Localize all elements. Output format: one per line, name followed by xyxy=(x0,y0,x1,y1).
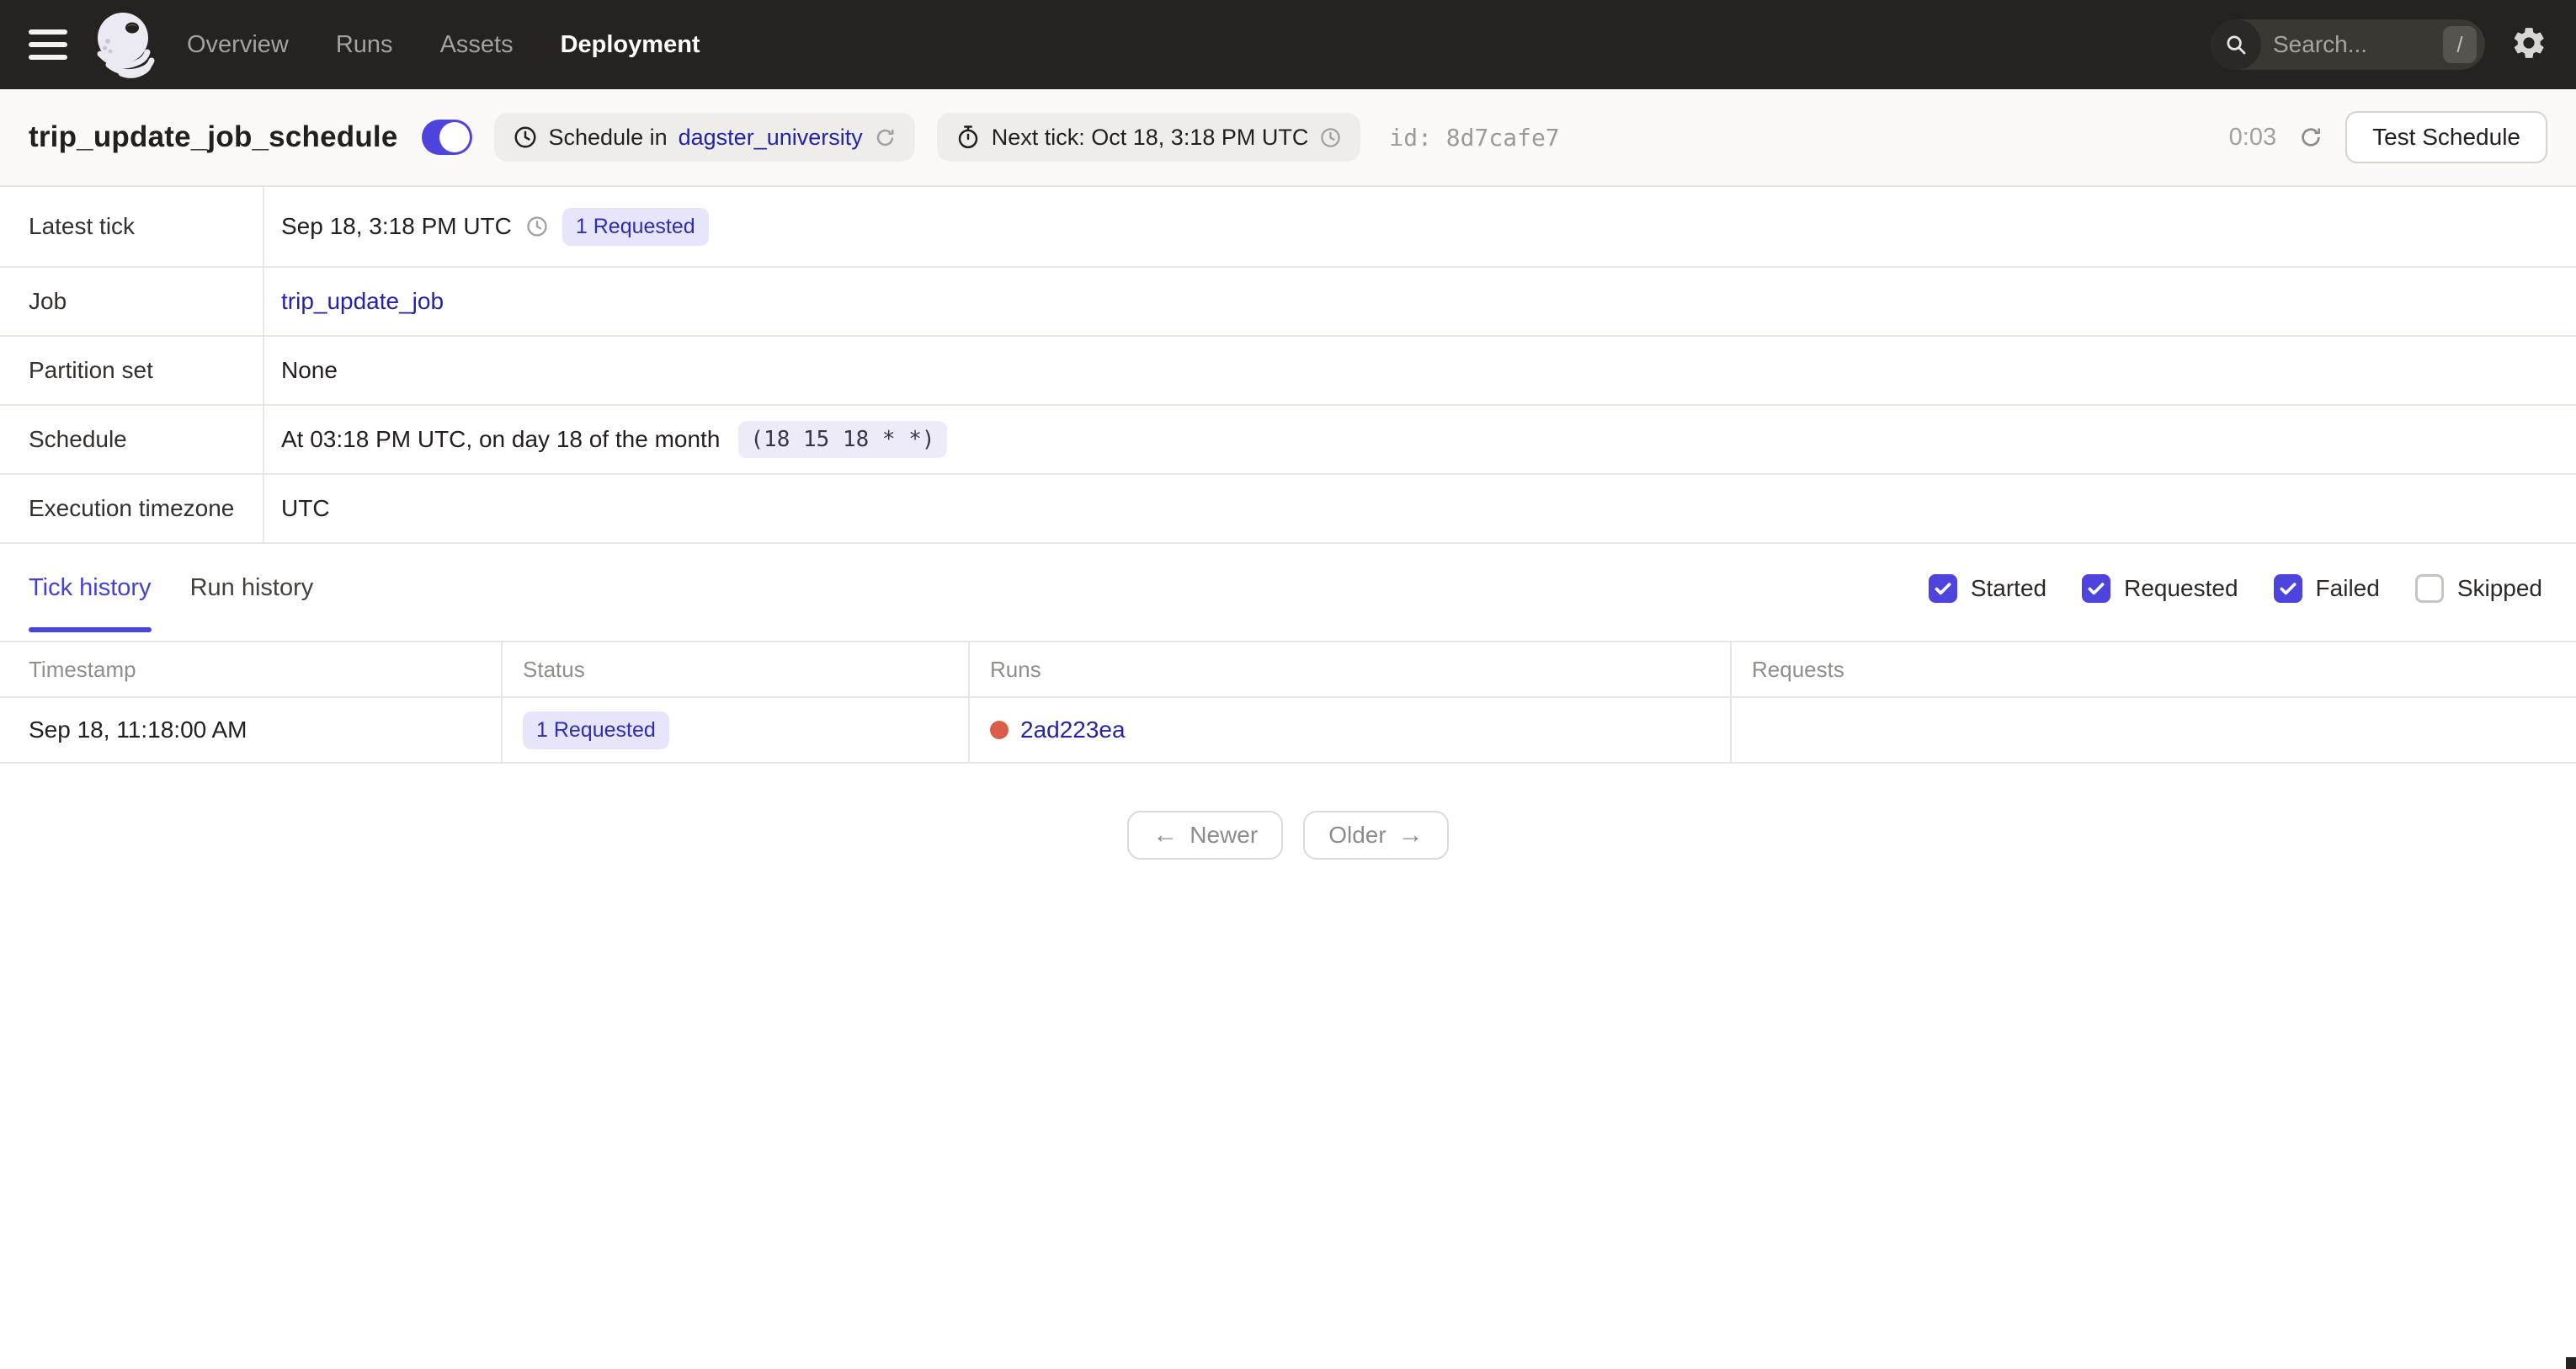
dagster-logo-icon[interactable] xyxy=(89,8,162,81)
detail-row-partition-set: Partition set None xyxy=(0,337,2576,406)
checkbox-skipped[interactable] xyxy=(2414,574,2444,603)
search-input[interactable] xyxy=(2261,31,2443,58)
detail-label: Job xyxy=(0,268,264,335)
search-box[interactable]: / xyxy=(2211,19,2485,70)
filter-started[interactable]: Started xyxy=(1928,574,2047,603)
status-filters: Started Requested Failed Skipped xyxy=(1928,574,2542,603)
job-link[interactable]: trip_update_job xyxy=(281,288,444,315)
schedule-details: Latest tick Sep 18, 3:18 PM UTC 1 Reques… xyxy=(0,187,2576,544)
next-tick-label: Next tick: Oct 18, 3:18 PM UTC xyxy=(991,124,1309,150)
right-arrow-icon: → xyxy=(1397,821,1424,849)
detail-row-schedule: Schedule At 03:18 PM UTC, on day 18 of t… xyxy=(0,406,2576,475)
tick-requests xyxy=(1732,698,2576,762)
repo-badge: Schedule in dagster_university xyxy=(493,113,915,162)
filter-label: Failed xyxy=(2315,575,2380,601)
scrollbar-corner xyxy=(2566,1357,2576,1369)
checkbox-failed[interactable] xyxy=(2273,574,2302,603)
schedule-toggle[interactable] xyxy=(421,120,472,155)
checkbox-requested[interactable] xyxy=(2082,574,2111,603)
refresh-icon[interactable] xyxy=(2298,125,2323,150)
top-nav: Overview Runs Assets Deployment / xyxy=(0,0,2576,89)
table-header: Timestamp Status Runs Requests xyxy=(0,642,2576,698)
tick-timestamp: Sep 18, 11:18:00 AM xyxy=(0,698,503,762)
schedule-description: At 03:18 PM UTC, on day 18 of the month xyxy=(281,426,721,452)
search-shortcut-key: / xyxy=(2443,26,2477,63)
detail-label: Schedule xyxy=(0,406,264,473)
nav-item-deployment[interactable]: Deployment xyxy=(561,31,700,59)
detail-label: Partition set xyxy=(0,337,264,404)
nav-item-assets[interactable]: Assets xyxy=(440,31,514,59)
schedule-id: id: 8d7cafe7 xyxy=(1389,124,1559,152)
reload-repo-icon[interactable] xyxy=(874,126,897,149)
refresh-countdown: 0:03 xyxy=(2228,123,2277,151)
timestamp-clock-icon[interactable] xyxy=(525,215,549,238)
column-header-requests: Requests xyxy=(1752,656,1844,682)
latest-tick-status-badge[interactable]: 1 Requested xyxy=(562,207,709,246)
detail-row-latest-tick: Latest tick Sep 18, 3:18 PM UTC 1 Reques… xyxy=(0,187,2576,268)
detail-row-job: Job trip_update_job xyxy=(0,268,2576,337)
filter-label: Started xyxy=(1970,575,2047,601)
gear-icon[interactable] xyxy=(2510,24,2547,66)
newer-label: Newer xyxy=(1190,822,1259,848)
filter-label: Requested xyxy=(2124,575,2238,601)
timezone-value: UTC xyxy=(281,495,330,521)
schedule-id-value: 8d7cafe7 xyxy=(1445,123,1560,152)
column-header-runs: Runs xyxy=(970,642,1732,696)
tab-tick-history[interactable]: Tick history xyxy=(29,574,152,641)
repo-link[interactable]: dagster_university xyxy=(679,125,863,151)
cron-expression-chip: (18 15 18 * *) xyxy=(738,421,947,458)
header-actions: 0:03 Test Schedule xyxy=(2229,111,2547,163)
page-header: trip_update_job_schedule Schedule in dag… xyxy=(0,89,2576,187)
filter-skipped[interactable]: Skipped xyxy=(2414,574,2542,603)
schedule-id-label: id: xyxy=(1389,123,1432,152)
tab-run-history[interactable]: Run history xyxy=(190,574,314,641)
tick-status-badge[interactable]: 1 Requested xyxy=(523,711,669,749)
schedule-page: Overview Runs Assets Deployment / trip_u… xyxy=(0,0,2576,1369)
test-schedule-button[interactable]: Test Schedule xyxy=(2345,111,2547,163)
newer-button[interactable]: ← Newer xyxy=(1127,811,1284,860)
pagination: ← Newer Older → xyxy=(0,811,2576,860)
next-tick-badge: Next tick: Oct 18, 3:18 PM UTC xyxy=(936,113,1361,162)
history-tabs-row: Tick history Run history Started Request… xyxy=(0,544,2576,642)
column-header-timestamp: Timestamp xyxy=(0,642,503,696)
detail-label: Execution timezone xyxy=(0,475,264,542)
nav-item-runs[interactable]: Runs xyxy=(336,31,393,59)
search-icon xyxy=(2211,19,2261,70)
latest-tick-time: Sep 18, 3:18 PM UTC xyxy=(281,213,512,239)
detail-label: Latest tick xyxy=(0,187,264,266)
hamburger-menu-icon[interactable] xyxy=(29,29,67,60)
older-button[interactable]: Older → xyxy=(1303,811,1449,860)
run-status-dot xyxy=(990,721,1009,739)
run-link[interactable]: 2ad223ea xyxy=(1020,716,1126,743)
table-row: Sep 18, 11:18:00 AM 1 Requested 2ad223ea xyxy=(0,698,2576,764)
clock-icon xyxy=(513,125,538,150)
column-header-status: Status xyxy=(503,642,970,696)
next-tick-clock-icon[interactable] xyxy=(1319,126,1342,149)
checkbox-started[interactable] xyxy=(1928,574,1957,603)
filter-label: Skipped xyxy=(2456,575,2542,601)
older-label: Older xyxy=(1328,822,1386,848)
detail-row-timezone: Execution timezone UTC xyxy=(0,475,2576,544)
nav-item-overview[interactable]: Overview xyxy=(187,31,289,59)
partition-set-value: None xyxy=(281,357,338,383)
filter-requested[interactable]: Requested xyxy=(2082,574,2238,603)
filter-failed[interactable]: Failed xyxy=(2273,574,2380,603)
nav-links: Overview Runs Assets Deployment xyxy=(187,31,700,59)
page-title: trip_update_job_schedule xyxy=(29,120,398,153)
repo-badge-prefix: Schedule in xyxy=(548,124,668,150)
left-arrow-icon: ← xyxy=(1152,821,1179,849)
stopwatch-icon xyxy=(955,125,981,150)
tick-history-table: Timestamp Status Runs Requests Sep 18, 1… xyxy=(0,642,2576,764)
